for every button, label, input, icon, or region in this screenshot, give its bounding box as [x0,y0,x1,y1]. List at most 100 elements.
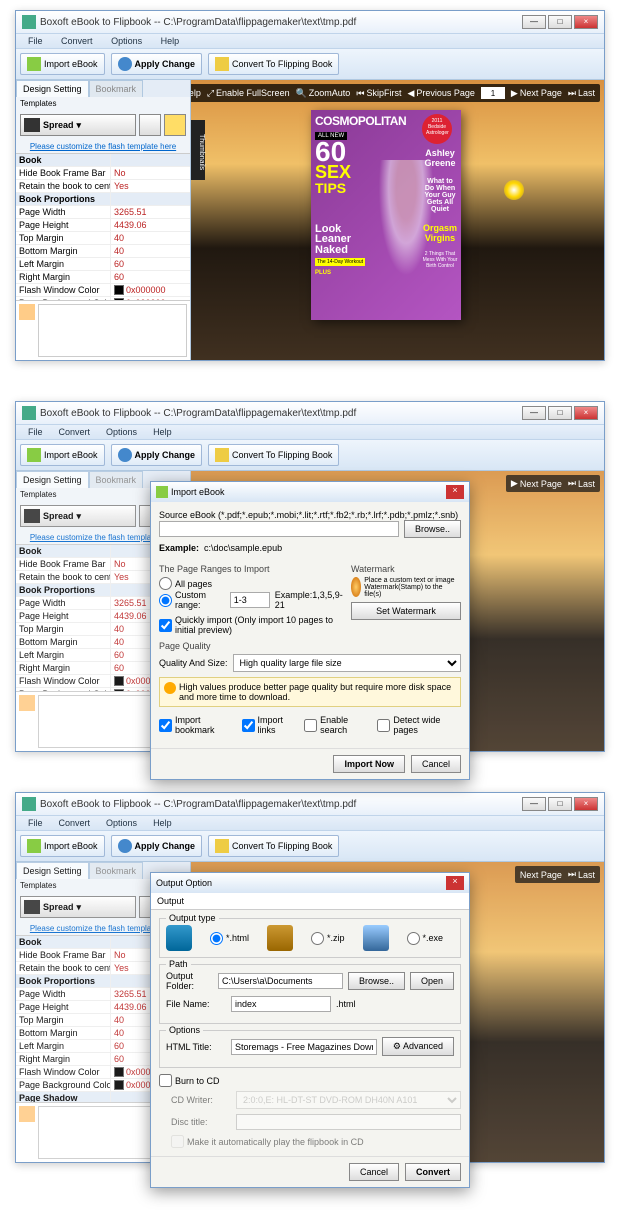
convert-confirm-button[interactable]: Convert [405,1163,461,1181]
menu-help[interactable]: Help [145,816,180,830]
autoplay-checkbox: Make it automatically play the flipbook … [171,1135,461,1148]
ranges-label: The Page Ranges to Import [159,564,343,574]
zip-radio[interactable]: *.zip [311,932,345,945]
help-button[interactable]: ? Help [191,88,201,98]
menu-convert[interactable]: Convert [53,34,101,48]
import-ebook-button[interactable]: Import eBook [20,53,105,75]
import-icon [156,486,168,498]
convert-button[interactable]: Convert To Flipping Book [208,835,339,857]
custom-range-input[interactable] [230,592,270,608]
minimize-button[interactable]: — [522,15,546,29]
import-ebook-button[interactable]: Import eBook [20,835,105,857]
apply-icon [118,839,132,853]
book-icon [24,118,40,132]
import-ebook-button[interactable]: Import eBook [20,444,105,466]
import-now-button[interactable]: Import Now [333,755,405,773]
source-input[interactable] [159,521,399,537]
maximize-button[interactable]: □ [548,797,572,811]
menu-options[interactable]: Options [98,816,145,830]
menu-file[interactable]: File [20,34,51,48]
exe-radio[interactable]: *.exe [407,932,444,945]
zoom-button[interactable]: 🔍 ZoomAuto [296,88,351,99]
next-page-button[interactable]: ▶ Next Page [511,88,562,99]
warning-box: High values produce better page quality … [159,677,461,707]
import-bookmark-checkbox[interactable]: Import bookmark [159,715,237,735]
custom-range-radio[interactable]: Custom range: [159,590,225,610]
open-button[interactable]: Open [410,972,454,990]
quickly-import-checkbox[interactable]: Quickly import (Only import 10 pages to … [159,615,343,635]
prev-page-button[interactable]: ◀ Previous Page [407,88,474,99]
note-icon[interactable] [19,304,35,320]
thumbnails-tab[interactable]: Thumbnails [191,120,205,180]
dialog-close-button[interactable]: × [446,876,464,890]
close-button[interactable]: × [574,15,598,29]
warning-icon [164,682,176,694]
tab-bookmark[interactable]: Bookmark [89,80,144,97]
dialog-close-button[interactable]: × [446,485,464,499]
enable-search-checkbox[interactable]: Enable search [304,715,372,735]
set-watermark-button[interactable]: Set Watermark [351,602,461,620]
cancel-button[interactable]: Cancel [411,755,461,773]
skip-first-button[interactable]: ⏮ SkipFirst [356,88,401,99]
last-page-button[interactable]: ⏭ Last [568,88,595,99]
minimize-button[interactable]: — [522,797,546,811]
output-dialog: Output Option× Output Output type *.html… [150,872,470,1188]
menubar: FileConvertOptionsHelp [16,816,604,831]
html-radio[interactable]: *.html [210,932,249,945]
preview-area[interactable]: ? Help ⤢ Enable FullScreen 🔍 ZoomAuto ⏮ … [191,80,604,360]
burn-cd-checkbox[interactable]: Burn to CD [159,1074,461,1087]
minimize-button[interactable]: — [522,406,546,420]
import-icon [27,839,41,853]
fullscreen-button[interactable]: ⤢ Enable FullScreen [207,88,290,99]
convert-button[interactable]: Convert To Flipping Book [208,444,339,466]
page-number-input[interactable] [481,87,505,99]
browse-button[interactable]: Browse.. [348,972,405,990]
dialog-body: Source eBook (*.pdf;*.epub;*.mobi;*.lit;… [151,502,469,748]
template-browse-button[interactable] [139,114,161,136]
html-title-input[interactable] [231,1039,377,1055]
output-folder-input[interactable] [218,973,343,989]
all-pages-radio[interactable]: All pages [159,577,343,590]
menu-file[interactable]: File [20,425,51,439]
menu-help[interactable]: Help [145,425,180,439]
browse-button[interactable]: Browse.. [404,520,461,538]
apply-change-button[interactable]: Apply Change [111,53,203,75]
apply-icon [118,448,132,462]
preview-toolbar: ? Help ⤢ Enable FullScreen 🔍 ZoomAuto ⏮ … [191,84,600,102]
menu-convert[interactable]: Convert [51,425,99,439]
detect-wide-checkbox[interactable]: Detect wide pages [377,715,461,735]
menu-options[interactable]: Options [98,425,145,439]
template-save-button[interactable] [164,114,186,136]
spread-template-button[interactable]: Spread▾ [20,114,136,136]
convert-button[interactable]: Convert To Flipping Book [208,53,339,75]
quality-select[interactable]: High quality large file size [233,654,461,672]
close-button[interactable]: × [574,797,598,811]
maximize-button[interactable]: □ [548,406,572,420]
advanced-button[interactable]: ⚙ Advanced [382,1037,454,1056]
note-box[interactable] [38,304,187,357]
titlebar: Boxoft eBook to Flipbook -- C:\ProgramDa… [16,793,604,816]
apply-change-button[interactable]: Apply Change [111,444,203,466]
titlebar: Boxoft eBook to Flipbook -- C:\ProgramDa… [16,11,604,34]
menu-help[interactable]: Help [153,34,188,48]
cancel-button[interactable]: Cancel [349,1163,399,1181]
window-title: Boxoft eBook to Flipbook -- C:\ProgramDa… [40,799,522,810]
apply-change-button[interactable]: Apply Change [111,835,203,857]
exe-icon [363,925,389,951]
menu-options[interactable]: Options [103,34,150,48]
import-dialog: Import eBook× Source eBook (*.pdf;*.epub… [150,481,470,780]
magazine-cover[interactable]: COSMOPOLITAN 2011 Bedside Astrologer Ash… [311,110,461,320]
window-title: Boxoft eBook to Flipbook -- C:\ProgramDa… [40,17,522,28]
file-name-input[interactable] [231,996,331,1012]
tab-design-setting[interactable]: Design Setting [16,80,89,97]
main-area: Design Setting Bookmark Templates Spread… [16,80,604,360]
import-links-checkbox[interactable]: Import links [242,715,300,735]
customize-link[interactable]: Please customize the flash template here [16,140,190,153]
titlebar: Boxoft eBook to Flipbook -- C:\ProgramDa… [16,402,604,425]
menu-file[interactable]: File [20,816,51,830]
menu-convert[interactable]: Convert [51,816,99,830]
property-grid[interactable]: Book Hide Book Frame BarNo Retain the bo… [16,153,190,300]
output-tab[interactable]: Output [151,893,469,910]
maximize-button[interactable]: □ [548,15,572,29]
close-button[interactable]: × [574,406,598,420]
